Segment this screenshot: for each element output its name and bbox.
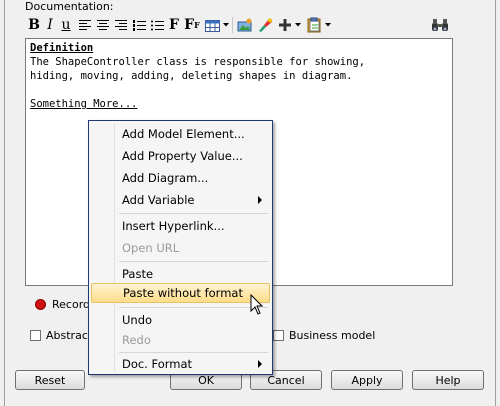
- submenu-arrow-icon: [258, 196, 262, 204]
- italic-button[interactable]: I: [43, 15, 57, 35]
- business-model-label: Business model: [289, 329, 376, 342]
- font-size-subscript-icon: F: [194, 20, 200, 30]
- menu-item-add-property-value[interactable]: Add Property Value...: [91, 145, 270, 167]
- doc-heading: Definition: [30, 42, 94, 54]
- record-control[interactable]: Record: [35, 298, 90, 311]
- menu-item-add-variable[interactable]: Add Variable: [91, 189, 270, 211]
- menu-item-label: Insert Hyperlink...: [122, 219, 225, 233]
- menu-item-paste[interactable]: Paste: [91, 263, 270, 285]
- menu-item-label: Add Model Element...: [122, 127, 245, 141]
- align-left-icon[interactable]: [77, 15, 93, 35]
- align-right-icon[interactable]: [113, 15, 129, 35]
- menu-item-label: Open URL: [122, 241, 180, 255]
- menu-item-redo: Redo: [91, 329, 270, 351]
- menu-item-label: Paste without format: [123, 286, 243, 300]
- clipboard-dropdown-icon[interactable]: [324, 15, 332, 35]
- menu-item-undo[interactable]: Undo: [91, 309, 270, 331]
- documentation-label: Documentation:: [25, 0, 114, 13]
- apply-button[interactable]: Apply: [331, 370, 403, 390]
- menu-separator: [119, 307, 268, 308]
- menu-item-add-model-element[interactable]: Add Model Element...: [91, 123, 270, 145]
- doc-line: The ShapeController class is responsible…: [30, 56, 366, 68]
- mouse-cursor-icon: [250, 293, 264, 319]
- table-dropdown-icon[interactable]: [222, 15, 230, 35]
- add-icon[interactable]: [276, 15, 294, 35]
- abstract-label: Abstract: [46, 329, 93, 342]
- add-dropdown-icon[interactable]: [294, 15, 302, 35]
- business-model-checkbox[interactable]: [273, 330, 284, 341]
- menu-item-insert-hyperlink[interactable]: Insert Hyperlink...: [91, 215, 270, 237]
- bold-button[interactable]: B: [27, 15, 41, 35]
- doc-line: hiding, moving, adding, deleting shapes …: [30, 70, 353, 82]
- insert-element-icon[interactable]: [256, 15, 274, 35]
- menu-item-label: Redo: [122, 333, 151, 347]
- doc-line: Something More...: [30, 98, 138, 110]
- reset-button[interactable]: Reset: [15, 370, 85, 390]
- menu-separator: [119, 213, 268, 214]
- context-menu: Add Model Element... Add Property Value.…: [88, 120, 273, 375]
- font-size-label: F: [184, 17, 195, 33]
- abstract-checkbox[interactable]: [30, 330, 41, 341]
- record-label: Record: [52, 298, 91, 311]
- menu-item-label: Doc. Format: [122, 357, 193, 371]
- doc-blank-line: [30, 83, 448, 97]
- menu-separator: [119, 261, 268, 262]
- menu-item-label: Paste: [122, 267, 154, 281]
- align-center-icon[interactable]: [95, 15, 111, 35]
- menu-item-label: Undo: [122, 313, 153, 327]
- bullet-list-icon[interactable]: [149, 15, 165, 35]
- toolbar-separator: [232, 17, 233, 33]
- help-button[interactable]: Help: [412, 370, 484, 390]
- business-model-checkbox-row[interactable]: Business model: [273, 329, 375, 342]
- abstract-checkbox-row[interactable]: Abstract: [30, 329, 92, 342]
- font-size-button[interactable]: FF: [183, 15, 201, 35]
- numbered-list-icon[interactable]: [131, 15, 147, 35]
- underline-button[interactable]: u: [59, 15, 73, 35]
- insert-image-icon[interactable]: [236, 15, 254, 35]
- clipboard-icon[interactable]: [305, 15, 323, 35]
- record-icon: [35, 299, 46, 310]
- menu-item-label: Add Variable: [122, 193, 195, 207]
- menu-item-paste-without-format[interactable]: Paste without format: [91, 283, 270, 303]
- formatting-toolbar: B I u F FF: [25, 14, 453, 36]
- binoculars-icon[interactable]: [430, 15, 450, 35]
- menu-item-label: Add Diagram...: [122, 171, 209, 185]
- font-button[interactable]: F: [167, 15, 181, 35]
- submenu-arrow-icon: [258, 360, 262, 368]
- dialog-frame-right: [495, 0, 496, 406]
- menu-item-doc-format[interactable]: Doc. Format: [91, 353, 270, 375]
- table-icon[interactable]: [203, 15, 221, 35]
- menu-item-open-url: Open URL: [91, 237, 270, 259]
- menu-item-label: Add Property Value...: [122, 149, 243, 163]
- menu-item-add-diagram[interactable]: Add Diagram...: [91, 167, 270, 189]
- dialog-frame-left: [4, 0, 5, 406]
